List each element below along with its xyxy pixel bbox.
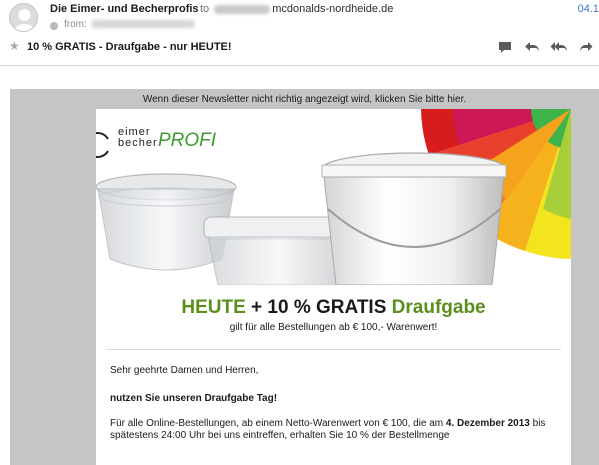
recipient-domain[interactable]: mcdonalds-nordheide.de <box>272 3 393 15</box>
reply-all-icon[interactable] <box>550 39 568 55</box>
headline-bonus: Draufgabe <box>391 297 486 318</box>
sender-avatar[interactable] <box>9 3 38 32</box>
headline-today: HEUTE <box>181 297 246 318</box>
person-icon <box>13 9 36 31</box>
forward-icon[interactable] <box>577 39 595 55</box>
offer-date: 4. Dezember 2013 <box>445 418 530 429</box>
redacted-recipient <box>214 4 271 14</box>
message-body: Wenn dieser Newsletter nicht richtig ang… <box>0 67 599 465</box>
reply-icon[interactable] <box>523 39 541 55</box>
comment-icon[interactable] <box>496 39 514 55</box>
message-header: Die Eimer- und Becherprofis to mcdonalds… <box>0 0 599 66</box>
body-paragraph: Für alle Online-Bestellungen, ab einem N… <box>110 418 550 442</box>
from-label: from: <box>64 19 87 30</box>
divider <box>106 349 561 350</box>
hero-banner[interactable]: eimer becher PROFI <box>96 109 571 285</box>
newsletter-frame: Wenn dieser Newsletter nicht richtig ang… <box>10 89 599 465</box>
status-dot-icon <box>50 22 58 30</box>
from-line: from: <box>64 19 195 30</box>
recipient-line: to mcdonalds-nordheide.de <box>200 3 393 15</box>
view-online-notice: Wenn dieser Newsletter nicht richtig ang… <box>10 94 599 105</box>
sender-name[interactable]: Die Eimer- und Becherprofis <box>50 3 199 15</box>
product-banner-image: eimer becher PROFI <box>96 109 571 285</box>
promo-subline: gilt für alle Bestellungen ab € 100,- Wa… <box>229 322 438 333</box>
to-label: to <box>200 3 210 15</box>
redacted-from-address <box>90 20 195 29</box>
svg-text:PROFI: PROFI <box>158 130 217 151</box>
svg-text:becher: becher <box>118 137 158 149</box>
headline-offer: + 10 % GRATIS <box>245 297 392 318</box>
star-icon[interactable]: ★ <box>9 39 20 53</box>
salutation-text: Sehr geehrte Damen und Herren, <box>110 365 259 376</box>
paragraph-part-a: Für alle Online-Bestellungen, ab einem N… <box>110 418 446 429</box>
view-online-link[interactable]: Wenn dieser Newsletter nicht richtig ang… <box>143 94 466 105</box>
newsletter-content: eimer becher PROFI HEUTE + 10 % GRATIS D… <box>96 109 571 465</box>
promo-headline: HEUTE + 10 % GRATIS Draufgabe <box>96 297 571 319</box>
intro-text: nutzen Sie unseren Draufgabe Tag! <box>110 393 278 404</box>
message-toolbar <box>496 39 595 55</box>
message-subject: 10 % GRATIS - Draufgabe - nur HEUTE! <box>27 41 232 53</box>
message-date: 04.1 <box>577 3 599 15</box>
